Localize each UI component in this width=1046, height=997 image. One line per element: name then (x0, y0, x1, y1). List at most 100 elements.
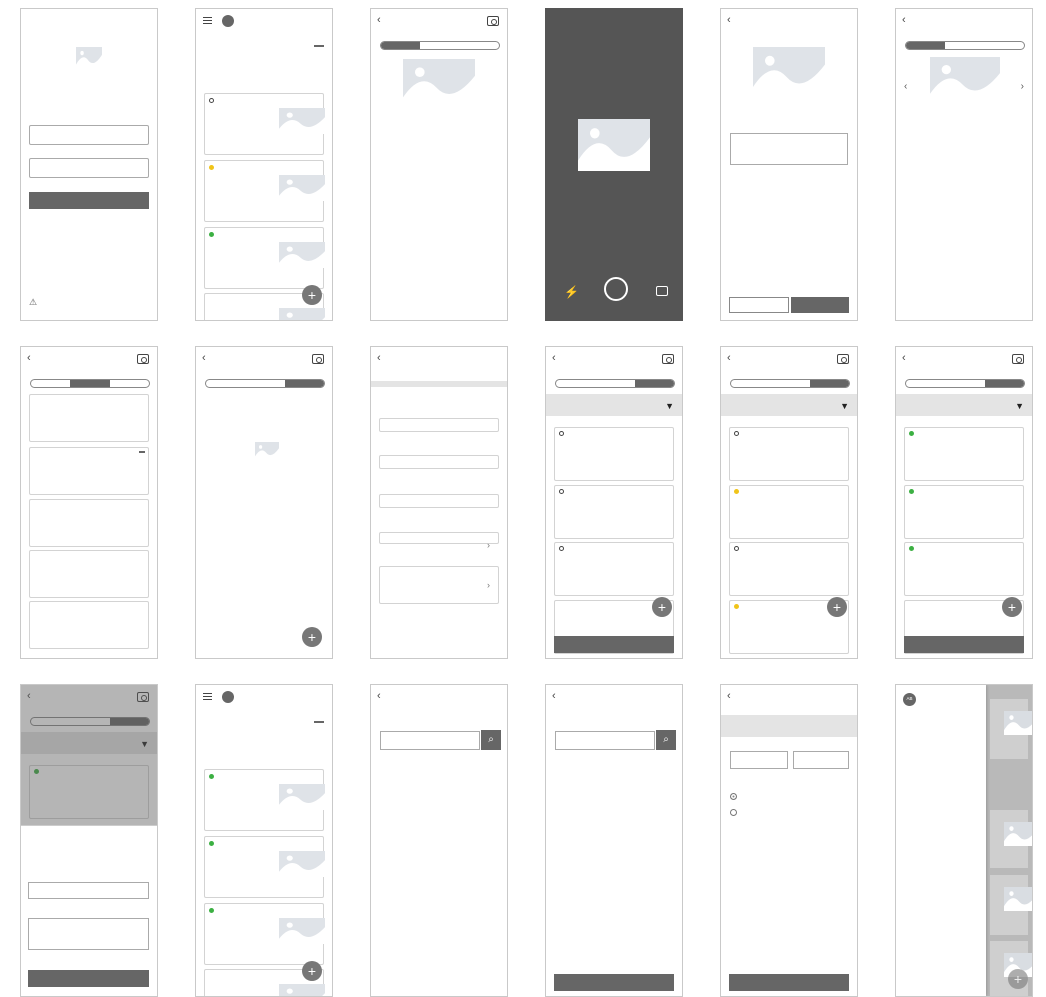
self-drive-radio[interactable] (730, 809, 741, 816)
tab-details[interactable] (381, 42, 421, 49)
back-icon[interactable]: ‹ (377, 352, 381, 364)
camera-icon[interactable] (312, 354, 324, 364)
appointment-card[interactable] (204, 769, 325, 831)
tab-history[interactable] (420, 42, 459, 49)
vehicle-number-input[interactable] (555, 731, 655, 750)
appointment-card[interactable] (204, 93, 325, 155)
flash-icon[interactable]: ⚡ (564, 285, 579, 299)
camera-icon[interactable] (487, 16, 499, 26)
back-icon[interactable]: ‹ (27, 352, 31, 364)
category-card[interactable] (379, 494, 499, 508)
category-card[interactable]: › (379, 532, 499, 550)
menu-icon[interactable] (203, 17, 212, 24)
menu-icon[interactable] (203, 693, 212, 700)
history-card[interactable] (29, 550, 149, 598)
add-button[interactable]: + (827, 597, 847, 617)
category-card[interactable] (379, 455, 499, 469)
create-appointment-button[interactable] (729, 974, 849, 991)
camera-icon[interactable] (837, 354, 849, 364)
tab-details[interactable] (906, 380, 945, 387)
today-button[interactable] (314, 45, 324, 47)
back-icon[interactable]: ‹ (552, 690, 556, 702)
vehicle-number-input[interactable] (380, 731, 480, 750)
add-button[interactable]: + (302, 285, 322, 305)
add-button[interactable]: + (652, 597, 672, 617)
category-card[interactable]: › (379, 566, 499, 604)
service-item-card[interactable] (554, 485, 674, 539)
confirm-button[interactable] (28, 970, 149, 987)
service-item-card[interactable] (904, 427, 1024, 481)
history-card[interactable] (29, 394, 149, 442)
back-icon[interactable]: ‹ (902, 352, 906, 364)
tab-history[interactable] (945, 380, 984, 387)
time-input[interactable] (793, 751, 849, 769)
filter-icon[interactable]: ▼ (665, 401, 674, 411)
service-item-card[interactable] (729, 485, 849, 539)
add-button[interactable]: + (1002, 597, 1022, 617)
tab-details[interactable] (31, 380, 70, 387)
add-button[interactable]: + (302, 627, 322, 647)
service-item-card[interactable] (554, 427, 674, 481)
start-work-button[interactable] (554, 636, 674, 653)
cost-input[interactable] (28, 882, 149, 899)
tab-details[interactable] (731, 380, 770, 387)
carousel-next-icon[interactable]: › (1021, 81, 1024, 92)
add-button[interactable]: + (302, 961, 322, 981)
back-icon[interactable]: ‹ (377, 690, 381, 702)
tab-history[interactable] (945, 42, 984, 49)
filter-icon[interactable]: ▼ (840, 401, 849, 411)
today-button[interactable] (314, 721, 324, 723)
search-button[interactable]: ⌕ (481, 730, 501, 750)
category-card[interactable] (379, 418, 499, 432)
service-item-card[interactable] (729, 542, 849, 596)
tab-tasks[interactable] (984, 380, 1024, 387)
tab-details[interactable] (906, 42, 946, 49)
history-card[interactable] (29, 447, 149, 495)
camera-icon[interactable] (137, 354, 149, 364)
appointment-card[interactable] (204, 227, 325, 289)
switch-camera-icon[interactable] (656, 286, 668, 296)
history-card[interactable] (29, 499, 149, 547)
service-item-card[interactable] (904, 542, 1024, 596)
mark-complete-button[interactable] (904, 636, 1024, 653)
tab-history[interactable] (245, 380, 284, 387)
tab-details[interactable] (206, 380, 245, 387)
appointment-card[interactable] (204, 160, 325, 222)
camera-icon[interactable] (662, 354, 674, 364)
tab-tasks[interactable] (809, 380, 849, 387)
tab-history[interactable] (770, 380, 809, 387)
login-button[interactable] (29, 192, 149, 209)
service-item-card[interactable] (729, 427, 849, 481)
tab-tasks[interactable] (634, 380, 674, 387)
next-button[interactable] (554, 974, 674, 991)
history-card[interactable] (29, 601, 149, 649)
comments-input[interactable] (28, 918, 149, 950)
tab-tasks[interactable] (110, 380, 149, 387)
comments-input[interactable] (730, 133, 848, 165)
back-icon[interactable]: ‹ (727, 352, 731, 364)
search-button[interactable]: ⌕ (656, 730, 676, 750)
service-item-card[interactable] (554, 542, 674, 596)
tab-tasks[interactable] (284, 380, 324, 387)
tab-history[interactable] (595, 380, 634, 387)
tab-history[interactable] (70, 380, 110, 387)
tab-tasks[interactable] (460, 42, 499, 49)
back-icon[interactable]: ‹ (552, 352, 556, 364)
tab-tasks[interactable] (985, 42, 1024, 49)
shutter-button[interactable] (604, 277, 628, 301)
appointment-card[interactable] (204, 836, 325, 898)
password-input[interactable] (29, 158, 149, 178)
tab-details[interactable] (556, 380, 595, 387)
back-icon[interactable]: ‹ (202, 352, 206, 364)
camera-icon[interactable] (1012, 354, 1024, 364)
save-button[interactable] (791, 297, 849, 313)
add-more-button[interactable] (729, 297, 789, 313)
carousel-prev-icon[interactable]: ‹ (904, 81, 907, 92)
appointment-card[interactable] (204, 903, 325, 965)
filter-icon[interactable]: ▼ (1015, 401, 1024, 411)
user-id-input[interactable] (29, 125, 149, 145)
service-item-card[interactable] (904, 485, 1024, 539)
back-icon[interactable]: ‹ (377, 14, 381, 26)
pickup-drop-radio[interactable] (730, 793, 741, 800)
date-input[interactable] (730, 751, 788, 769)
